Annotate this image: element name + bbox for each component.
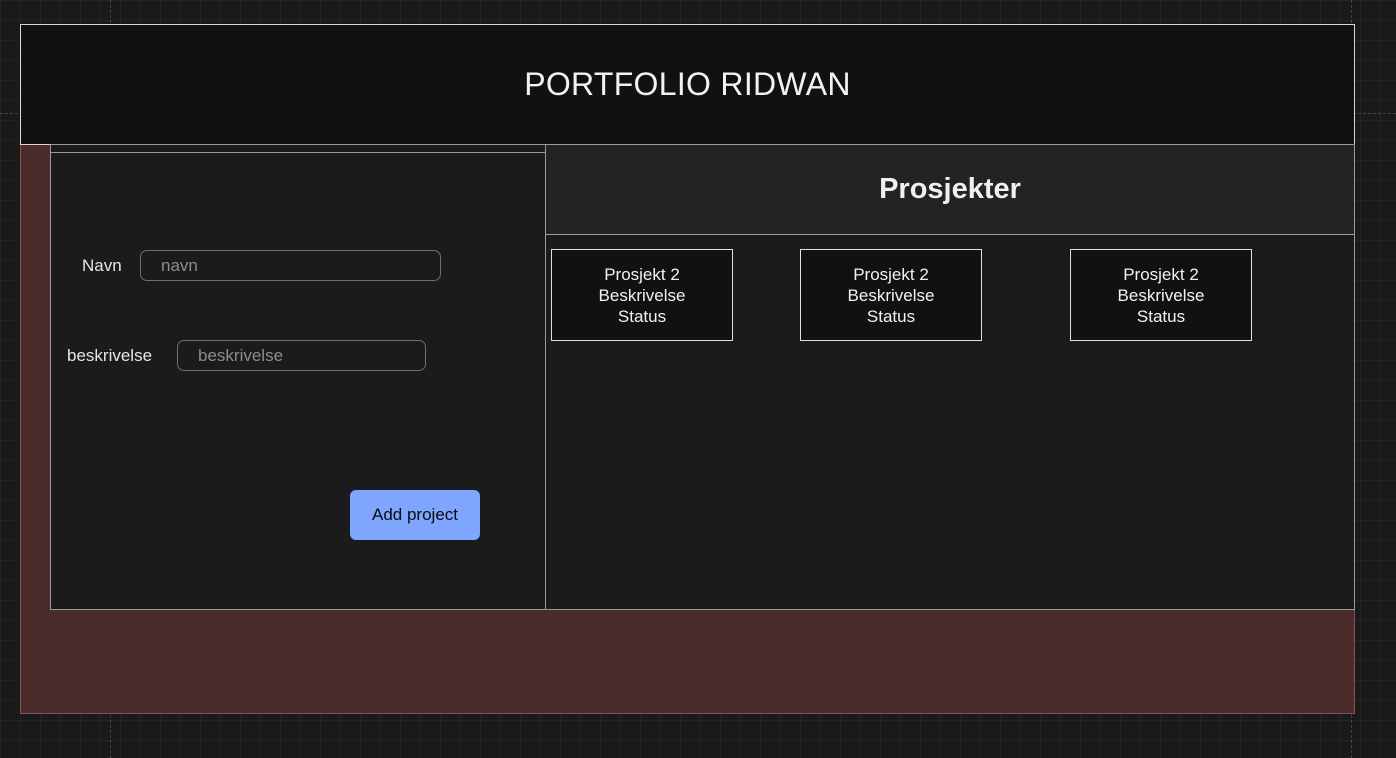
project-description: Beskrivelse: [598, 285, 686, 305]
page-header: PORTFOLIO RIDWAN: [20, 24, 1355, 145]
projects-panel: Prosjekter Prosjekt 2 Beskrivelse Status…: [545, 144, 1355, 610]
project-name: Prosjekt 2: [1123, 264, 1199, 284]
description-input[interactable]: [177, 340, 426, 371]
project-card[interactable]: Prosjekt 2 Beskrivelse Status: [551, 249, 733, 341]
projects-heading: Prosjekter: [879, 173, 1021, 205]
project-card[interactable]: Prosjekt 2 Beskrivelse Status: [800, 249, 982, 341]
name-input[interactable]: [140, 250, 441, 281]
projects-header: Prosjekter: [546, 145, 1354, 235]
project-description: Beskrivelse: [1117, 285, 1205, 305]
project-status: Status: [1136, 306, 1186, 326]
project-status: Status: [617, 306, 667, 326]
page-title: PORTFOLIO RIDWAN: [524, 66, 851, 102]
description-label: beskrivelse: [67, 346, 153, 365]
project-description: Beskrivelse: [847, 285, 935, 305]
name-label: Navn: [82, 256, 122, 275]
project-name: Prosjekt 2: [604, 264, 680, 284]
project-name: Prosjekt 2: [853, 264, 929, 284]
add-project-form: Navn beskrivelse Add project: [50, 152, 546, 610]
project-status: Status: [866, 306, 916, 326]
project-card[interactable]: Prosjekt 2 Beskrivelse Status: [1070, 249, 1252, 341]
add-project-button[interactable]: Add project: [350, 490, 480, 540]
